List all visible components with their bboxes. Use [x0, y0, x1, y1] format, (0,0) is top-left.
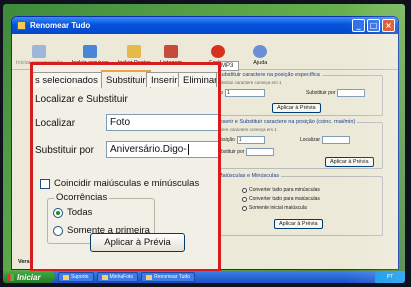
- find-input[interactable]: Foto: [106, 114, 218, 131]
- occurrences-title: Ocorrências: [54, 192, 110, 203]
- close-circle-icon: [210, 45, 225, 58]
- case-option-upper: Converter tudo para maiúsculas: [249, 196, 320, 202]
- app-icon: [17, 21, 26, 30]
- match-case-label: Coincidir maiúsculas e minúsculas: [54, 178, 200, 189]
- listing-icon: [163, 45, 178, 58]
- replace-value: Aniversário.Digo-: [110, 144, 187, 155]
- start-label: Iniciar: [17, 272, 41, 282]
- radio-selected-dot: [56, 210, 60, 215]
- desktop: Renomear Tudo _ □ × Iniciar renomeação I…: [3, 4, 405, 283]
- case-option-capital: Somente inicial maiúscula: [249, 205, 307, 211]
- find-label: Localizar: [35, 118, 76, 129]
- occurrence-all-radio[interactable]: [53, 207, 63, 218]
- window-title: Renomear Tudo: [30, 21, 91, 30]
- case-group-title: Maiúsculas e Minúsculas: [216, 173, 282, 179]
- replace-input[interactable]: Aniversário.Digo-: [106, 141, 218, 158]
- apply-preview-button-3[interactable]: Aplicar à Prévia: [274, 219, 323, 229]
- add-files-icon: [83, 45, 98, 58]
- taskbar-item-renomear[interactable]: Renomear Tudo: [141, 272, 195, 282]
- insert-replace-hint: Insere caractere começa em 1: [216, 127, 277, 132]
- case-radio-lower[interactable]: [242, 187, 247, 193]
- tab-insert[interactable]: Inserir: [146, 72, 183, 87]
- position-input[interactable]: 1: [225, 89, 266, 97]
- tab-more[interactable]: P: [216, 72, 218, 87]
- help-icon: [253, 45, 268, 58]
- text-caret: [187, 144, 189, 155]
- tab-strip: s selecionados Substituir Inserir Elimin…: [33, 70, 218, 88]
- title-bar: Renomear Tudo _ □ ×: [12, 17, 398, 34]
- case-radio-capital[interactable]: [242, 205, 247, 211]
- app-icon: [146, 274, 153, 280]
- taskbar-item-label: MinhaFoto: [109, 274, 134, 280]
- section-title: Localizar e Substituir: [35, 94, 128, 105]
- tab-selected-files[interactable]: s selecionados: [33, 72, 103, 87]
- insert-position-input[interactable]: 1: [236, 136, 265, 144]
- tab-replace[interactable]: Substituir: [101, 70, 151, 88]
- run-icon: [32, 45, 47, 58]
- tab-delete[interactable]: Eliminar: [178, 72, 218, 87]
- find-value: Foto: [110, 117, 131, 128]
- apply-preview-button[interactable]: Aplicar à Prévia: [90, 233, 185, 252]
- replace-label: Substituir por: [35, 145, 94, 156]
- help-button[interactable]: Ajuda: [253, 45, 267, 66]
- position-replace-hint: Substitui caractere começa em 1: [216, 80, 282, 85]
- case-option-lower: Converter tudo para minúsculas: [249, 187, 320, 193]
- zoom-highlight-panel: s selecionados Substituir Inserir Elimin…: [30, 62, 221, 272]
- insert-replace-title: Inserir e Substituir caractere na posiçã…: [216, 119, 358, 125]
- occurrence-all-option[interactable]: Todas: [53, 207, 92, 218]
- case-radio-upper[interactable]: [242, 196, 247, 202]
- taskbar-item-label: Suporte: [71, 274, 89, 280]
- folder-icon: [101, 274, 108, 280]
- insert-replace-with-input[interactable]: [246, 148, 275, 156]
- windows-logo-icon: [7, 273, 14, 281]
- occurrence-all-label: Todas: [67, 207, 93, 218]
- folder-icon: [63, 274, 69, 280]
- apply-preview-button-1[interactable]: Aplicar à Prévia: [272, 103, 321, 113]
- position-replace-title: Substituir caractere na posição específi…: [216, 72, 322, 78]
- taskbar-item-label: Renomear Tudo: [154, 274, 190, 280]
- match-case-checkbox[interactable]: [40, 178, 50, 189]
- start-button[interactable]: Iniciar: [3, 271, 55, 283]
- add-folder-icon: [127, 45, 142, 58]
- taskbar-item-suporte[interactable]: Suporte: [58, 272, 94, 282]
- match-case-option[interactable]: Coincidir maiúsculas e minúsculas: [40, 178, 199, 189]
- taskbar-item-minhafoto[interactable]: MinhaFoto: [96, 272, 139, 282]
- find-char-label: Localizar: [300, 137, 321, 143]
- occurrence-first-radio[interactable]: [53, 225, 63, 236]
- screen-glare: [345, 4, 405, 283]
- help-label: Ajuda: [253, 60, 268, 66]
- replace-with-label: Substituir por: [306, 90, 336, 96]
